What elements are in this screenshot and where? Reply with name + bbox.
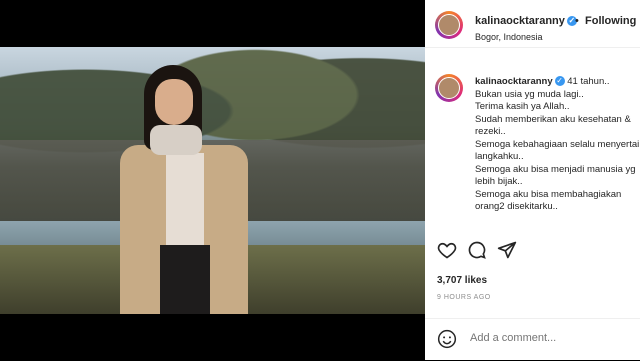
smile-icon[interactable] <box>437 329 457 349</box>
caption-text: 41 tahun.. <box>567 76 610 87</box>
caption-line: Semoga kebahagiaan selalu menyertai <box>475 138 640 150</box>
caption-line: Semoga aku bisa menjadi manusia yg <box>475 163 636 175</box>
action-bar <box>437 240 637 262</box>
person-scarf <box>150 125 202 155</box>
caption-avatar[interactable] <box>435 74 463 102</box>
caption-line: Terima kasih ya Allah.. <box>475 101 570 112</box>
following-button[interactable]: Following <box>585 15 636 27</box>
caption-line: rezeki.. <box>475 126 506 137</box>
location-link[interactable]: Bogor, Indonesia <box>475 32 543 42</box>
separator-dot: • <box>575 15 579 27</box>
photo-panel <box>0 0 425 360</box>
verified-icon: ✓ <box>554 76 565 87</box>
comment-input[interactable] <box>468 331 637 345</box>
caption-line: Semoga aku bisa membahagiakan <box>475 188 622 200</box>
photo-person <box>108 65 258 314</box>
share-icon[interactable] <box>497 240 517 260</box>
caption-line: langkahku.. <box>475 151 524 162</box>
person-skirt <box>160 245 210 314</box>
post-header: kalinaocktaranny ✓ • Following Bogor, Ind… <box>425 0 640 48</box>
caption-line: kalinaocktaranny ✓ 41 tahun.. <box>475 76 640 89</box>
caption: kalinaocktaranny ✓ 41 tahun.. Bukan usia … <box>475 76 640 228</box>
caption-line: Bukan usia yg muda lagi.. <box>475 88 584 100</box>
comment-icon[interactable] <box>467 240 487 260</box>
header-username[interactable]: kalinaocktaranny <box>475 15 565 27</box>
avatar[interactable] <box>435 11 463 39</box>
caption-line: orang2 disekitarku.. <box>475 201 558 212</box>
person-face <box>155 79 193 125</box>
post-sidebar: kalinaocktaranny ✓ • Following Bogor, Ind… <box>425 0 640 360</box>
person-sweater <box>166 153 204 248</box>
heart-icon[interactable] <box>437 240 457 260</box>
timestamp[interactable]: 9 HOURS AGO <box>437 294 491 301</box>
caption-line: Sudah memberikan aku kesehatan & <box>475 113 631 125</box>
likes-count[interactable]: 3,707 likes <box>437 275 487 286</box>
comment-bar <box>425 318 640 361</box>
header-username-link[interactable]: kalinaocktaranny ✓ <box>475 15 577 27</box>
caption-username[interactable]: kalinaocktaranny <box>475 76 553 87</box>
post-photo[interactable] <box>0 47 425 314</box>
caption-line: lebih bijak.. <box>475 176 523 187</box>
